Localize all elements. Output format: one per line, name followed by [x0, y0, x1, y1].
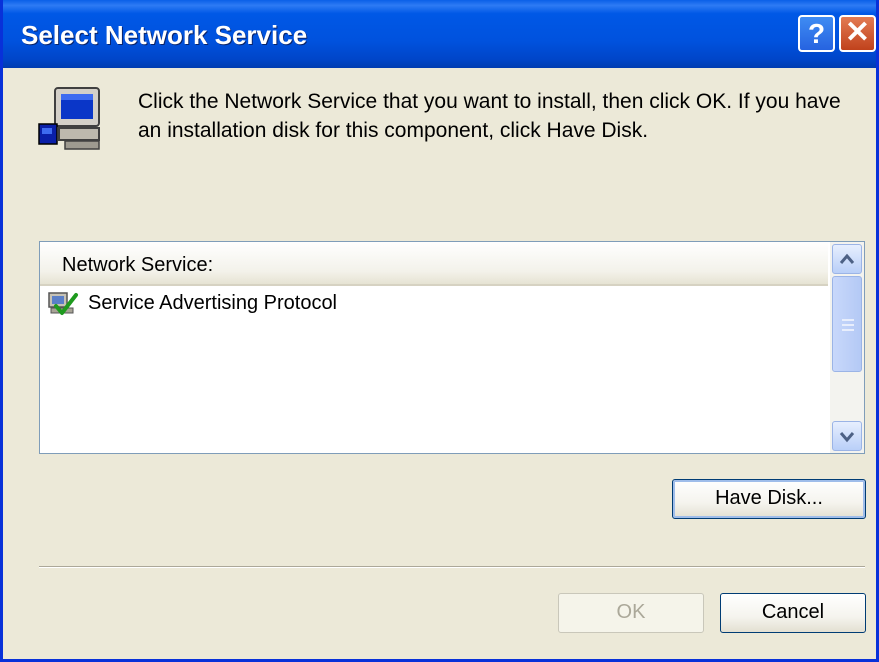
- list-item[interactable]: Service Advertising Protocol: [48, 290, 818, 318]
- list-header-label: Network Service:: [62, 254, 214, 276]
- ok-button[interactable]: OK: [558, 593, 704, 633]
- network-computer-icon: [38, 87, 100, 150]
- network-service-listbox[interactable]: Network Service: Service Advertising Pro…: [39, 241, 865, 454]
- help-icon: ?: [807, 18, 826, 49]
- vertical-scrollbar[interactable]: [830, 242, 864, 453]
- dialog-window: Select Network Service ? ✕ Click the Net…: [0, 0, 879, 662]
- have-disk-button[interactable]: Have Disk...: [672, 479, 866, 519]
- grip-line: [842, 324, 854, 326]
- grip-line: [842, 329, 854, 331]
- help-button[interactable]: ?: [798, 15, 835, 52]
- scroll-thumb[interactable]: [832, 276, 862, 372]
- network-service-icon: [48, 292, 78, 315]
- scroll-up-button[interactable]: [832, 244, 862, 274]
- close-button[interactable]: ✕: [839, 15, 876, 52]
- chevron-down-icon: [839, 432, 855, 443]
- instructions-text: Click the Network Service that you want …: [138, 90, 841, 142]
- window-title: Select Network Service: [21, 20, 308, 50]
- list-item-label: Service Advertising Protocol: [88, 292, 338, 314]
- close-icon: ✕: [844, 16, 871, 49]
- cancel-button[interactable]: Cancel: [720, 593, 866, 633]
- grip-line: [842, 319, 854, 321]
- chevron-up-icon: [839, 253, 855, 264]
- separator: [39, 566, 865, 568]
- scroll-down-button[interactable]: [832, 421, 862, 451]
- title-bar[interactable]: Select Network Service ? ✕: [3, 0, 876, 68]
- list-column-header[interactable]: Network Service:: [40, 242, 828, 286]
